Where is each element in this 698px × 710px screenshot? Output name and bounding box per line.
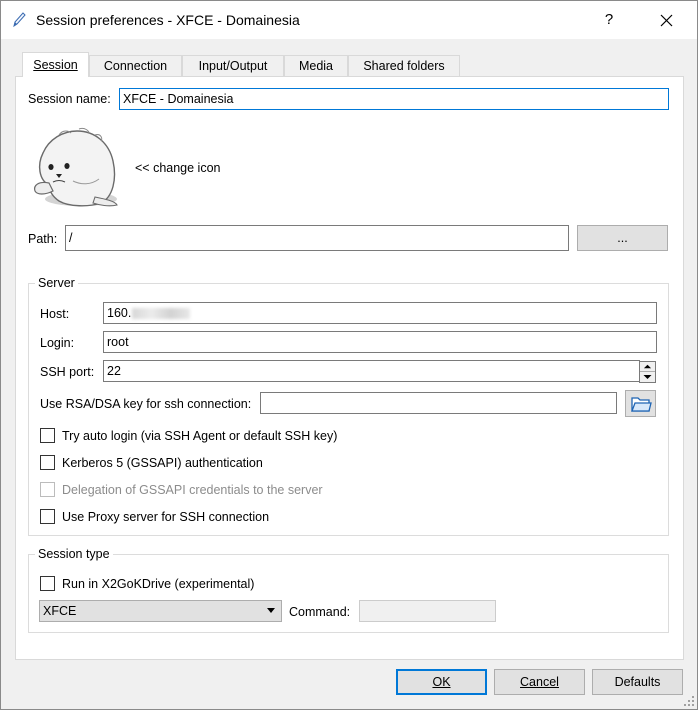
spin-down-icon[interactable] [640,372,655,382]
session-name-label: Session name: [28,92,111,106]
ok-button[interactable]: OK [396,669,487,695]
title-bar: Session preferences - XFCE - Domainesia … [1,1,697,39]
redacted-host [132,308,191,320]
path-browse-button[interactable]: ... [577,225,668,251]
rsa-key-browse-button[interactable] [625,390,656,417]
session-preferences-window: Session preferences - XFCE - Domainesia … [0,0,698,710]
host-input[interactable]: 160. [103,302,657,324]
tab-connection[interactable]: Connection [89,55,182,76]
tab-session-label: Session [33,58,78,72]
session-type-select[interactable]: XFCE [39,600,282,622]
cancel-button-label: Cancel [520,675,559,689]
rsa-key-label: Use RSA/DSA key for ssh connection: [40,397,252,411]
tab-shared-folders-label: Shared folders [363,59,445,73]
server-group-title: Server [35,276,78,290]
session-name-input[interactable]: XFCE - Domainesia [119,88,669,110]
tab-input-output[interactable]: Input/Output [182,55,284,76]
window-title: Session preferences - XFCE - Domainesia [36,12,300,28]
x2gokdrive-checkbox[interactable] [40,576,55,591]
proxy-checkbox[interactable] [40,509,55,524]
change-icon-link[interactable]: << change icon [135,161,221,175]
session-type-value: XFCE [43,604,77,618]
folder-open-icon [631,397,652,412]
auto-login-checkbox[interactable] [40,428,55,443]
session-seal-icon[interactable] [29,125,124,210]
cancel-button[interactable]: Cancel [494,669,585,695]
tab-connection-label: Connection [103,59,168,73]
gssapi-delegation-checkbox [40,482,55,497]
login-input[interactable]: root [103,331,657,353]
ssh-port-spinner[interactable] [639,361,656,383]
tab-shared-folders[interactable]: Shared folders [348,55,460,76]
pen-icon [13,12,26,28]
resize-grip-icon[interactable] [683,695,695,707]
login-label: Login: [40,336,75,350]
close-icon[interactable] [651,8,681,32]
spin-up-icon[interactable] [640,362,655,372]
ok-button-label: OK [432,675,451,689]
host-value: 160. [107,306,132,320]
tab-media-label: Media [298,59,334,73]
chevron-down-icon [267,608,275,613]
path-label: Path: [28,232,58,246]
proxy-label: Use Proxy server for SSH connection [62,510,270,524]
kerberos-label: Kerberos 5 (GSSAPI) authentication [62,456,263,470]
help-button[interactable]: ? [597,9,621,31]
command-input [359,600,496,622]
gssapi-delegation-label: Delegation of GSSAPI credentials to the … [62,483,323,497]
command-label: Command: [289,605,351,619]
ssh-port-label: SSH port: [40,365,95,379]
path-input[interactable]: / [65,225,569,251]
defaults-button[interactable]: Defaults [592,669,683,695]
kerberos-checkbox[interactable] [40,455,55,470]
session-type-group-title: Session type [35,547,113,561]
rsa-key-input[interactable] [260,392,617,414]
tab-session[interactable]: Session [22,52,89,77]
tab-media[interactable]: Media [284,55,348,76]
auto-login-label: Try auto login (via SSH Agent or default… [62,429,338,443]
ssh-port-input[interactable]: 22 [103,360,640,382]
host-label: Host: [40,307,70,321]
tab-input-output-label: Input/Output [198,59,268,73]
x2gokdrive-label: Run in X2GoKDrive (experimental) [62,577,255,591]
